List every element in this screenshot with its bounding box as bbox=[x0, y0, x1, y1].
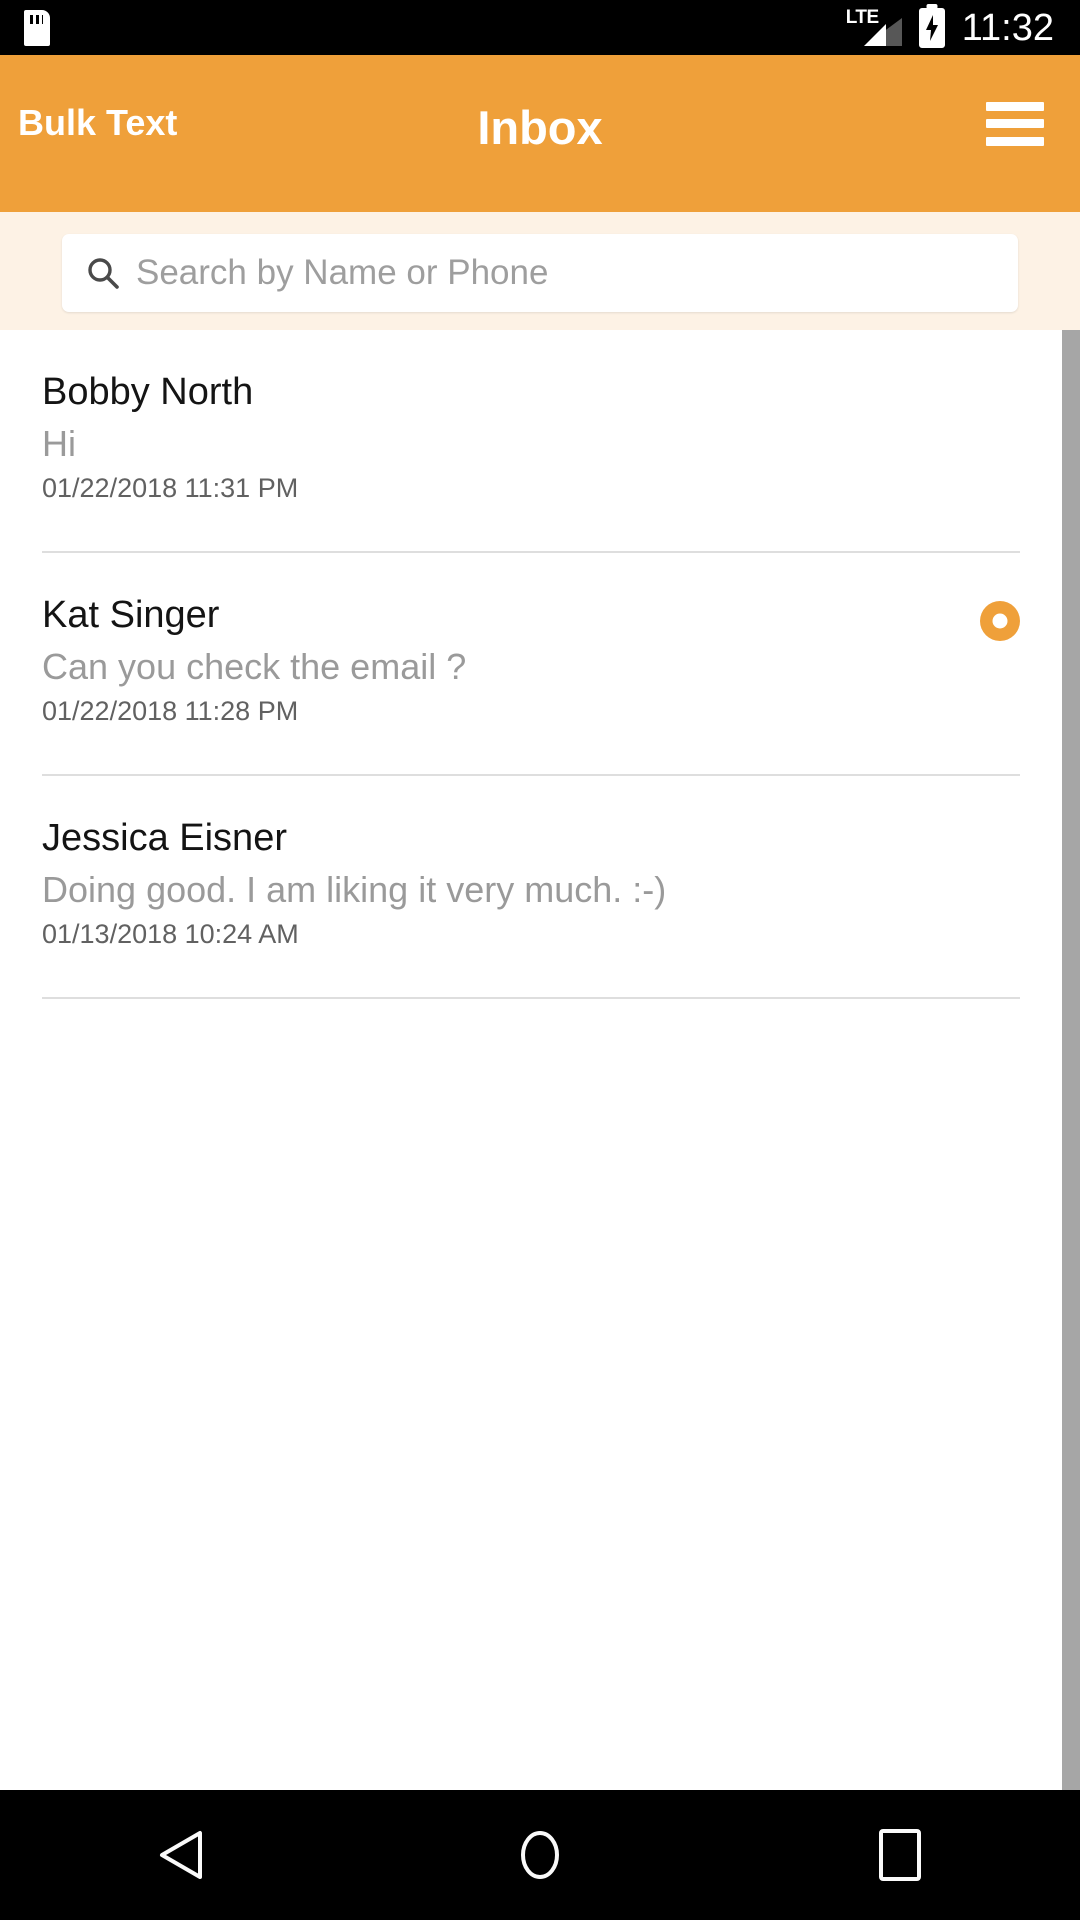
contact-name: Kat Singer bbox=[42, 594, 220, 636]
message-timestamp: 01/13/2018 10:24 AM bbox=[42, 919, 299, 949]
search-zone: Search by Name or Phone bbox=[0, 212, 1080, 330]
search-input[interactable]: Search by Name or Phone bbox=[62, 234, 1018, 312]
page-title-label: Inbox bbox=[477, 101, 603, 154]
status-bar: LTE 11:32 bbox=[0, 0, 1080, 55]
message-preview: Doing good. I am liking it very much. :-… bbox=[42, 869, 667, 910]
nav-back-button[interactable] bbox=[0, 1829, 360, 1881]
message-preview: Hi bbox=[42, 423, 76, 464]
table-row[interactable]: Kat Singer Can you check the email ? 01/… bbox=[0, 553, 1062, 776]
hamburger-bar-1 bbox=[986, 101, 1044, 111]
recents-square-icon bbox=[879, 1829, 921, 1881]
contact-name: Jessica Eisner bbox=[42, 817, 287, 859]
app-bar: Bulk Text Inbox bbox=[0, 55, 1080, 212]
message-list[interactable]: Bobby North Hi 01/22/2018 11:31 PM Kat S… bbox=[0, 330, 1062, 1790]
message-timestamp: 01/22/2018 11:31 PM bbox=[42, 473, 299, 503]
table-row[interactable]: Jessica Eisner Doing good. I am liking i… bbox=[0, 776, 1062, 999]
status-bar-left bbox=[0, 9, 50, 46]
hamburger-bar-3 bbox=[986, 136, 1044, 146]
status-bar-clock: 11:32 bbox=[961, 6, 1054, 49]
back-triangle-icon bbox=[160, 1831, 202, 1879]
hamburger-bar-2 bbox=[986, 119, 1044, 128]
home-circle-icon bbox=[521, 1831, 559, 1879]
message-timestamp: 01/22/2018 11:28 PM bbox=[42, 696, 299, 726]
status-bar-right: LTE 11:32 bbox=[846, 6, 1080, 49]
app-brand[interactable]: Bulk Text bbox=[18, 55, 177, 212]
hamburger-menu-icon[interactable] bbox=[986, 101, 1044, 146]
row-divider bbox=[42, 997, 1020, 999]
message-preview: Can you check the email ? bbox=[42, 646, 467, 687]
search-icon bbox=[88, 258, 119, 289]
scrollbar[interactable] bbox=[1062, 330, 1080, 1790]
sd-card-icon bbox=[24, 9, 50, 46]
nav-home-button[interactable] bbox=[360, 1829, 720, 1881]
phone-screen: LTE 11:32 Bulk Text Inbox Search by Name… bbox=[0, 0, 1080, 1920]
signal-triangle-icon bbox=[863, 17, 902, 46]
contact-name: Bobby North bbox=[42, 371, 254, 413]
battery-charging-icon bbox=[918, 7, 945, 48]
table-row[interactable]: Bobby North Hi 01/22/2018 11:31 PM bbox=[0, 330, 1062, 553]
android-navigation-bar bbox=[0, 1790, 1080, 1920]
signal-bars-icon: LTE bbox=[846, 8, 902, 48]
search-placeholder: Search by Name or Phone bbox=[136, 253, 549, 292]
app-brand-label: Bulk Text bbox=[18, 101, 178, 143]
nav-recents-button[interactable] bbox=[720, 1829, 1080, 1881]
charging-bolt-icon bbox=[925, 14, 938, 41]
status-badge[interactable] bbox=[980, 601, 1020, 641]
